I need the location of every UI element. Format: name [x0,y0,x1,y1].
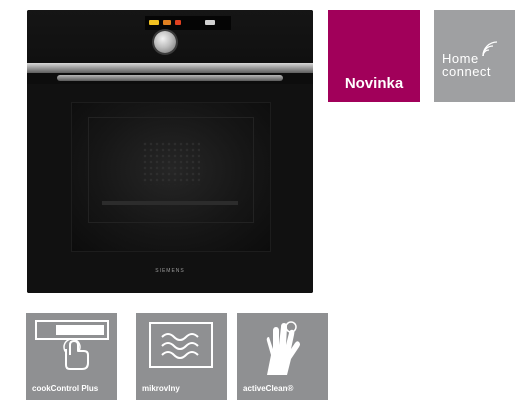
feature-label-microwave: mikrovlny [142,384,180,393]
home-connect-line2: connect [442,64,492,79]
microwave-waves-icon [149,322,213,368]
feature-label-cookcontrol: cookControl Plus [32,384,99,393]
new-badge-label: Novinka [344,75,404,92]
oven-control-panel [27,10,313,63]
oven-steel-trim [27,63,313,73]
oven-product-image: SIEMENS [27,10,313,293]
feature-tile-activeclean: activeClean® [237,313,328,400]
oven-door: SIEMENS [27,84,313,293]
feature-label-activeclean: activeClean® [243,384,294,393]
feature-tile-cookcontrol: cookControl Plus [26,313,117,400]
oven-door-handle [57,75,283,81]
touch-panel-icon [35,320,109,370]
oven-brand-plate: SIEMENS [155,268,185,274]
home-connect-badge: Home connect [434,10,515,102]
oven-control-knob [154,31,176,53]
oven-window [71,102,271,252]
cleaning-glove-icon [266,321,300,375]
wifi-signal-icon [482,41,498,57]
feature-tile-microwave: mikrovlny [136,313,227,400]
new-badge: Novinka [328,10,420,102]
oven-display [145,16,231,30]
